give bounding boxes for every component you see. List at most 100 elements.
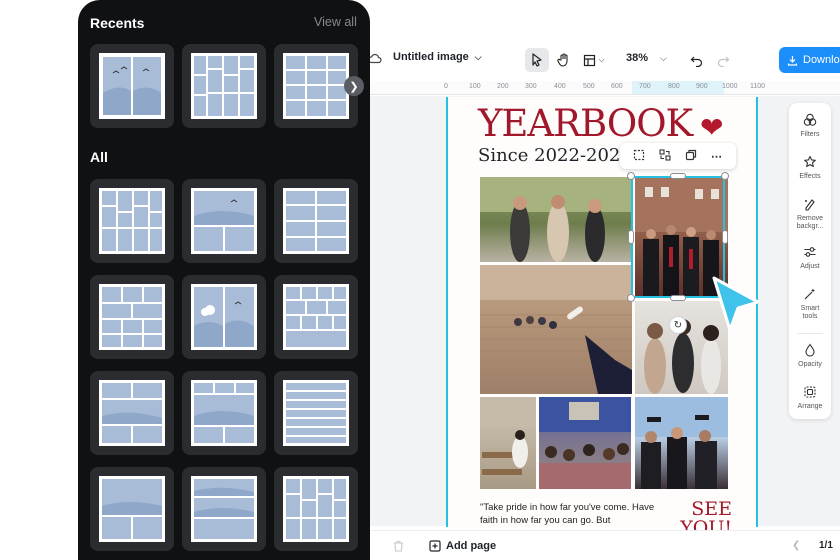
smart-tools-button[interactable]: Smart tools xyxy=(789,287,831,321)
download-label: Download xyxy=(803,54,840,66)
trash-icon[interactable] xyxy=(393,540,404,555)
ruler-tick: 900 xyxy=(696,83,708,90)
element-context-toolbar: ⋯ xyxy=(620,143,736,169)
template-thumbnail xyxy=(191,476,257,542)
panel-divider xyxy=(797,333,823,334)
select-tool-button[interactable] xyxy=(525,48,549,72)
remove-background-label: Remove backgr... xyxy=(796,215,824,230)
effects-label: Effects xyxy=(799,173,821,180)
template-tile[interactable] xyxy=(90,179,174,263)
adjust-icon xyxy=(803,245,817,261)
arrange-icon xyxy=(803,385,817,401)
photo-library[interactable] xyxy=(480,397,536,489)
ruler-tick: 400 xyxy=(554,83,566,90)
all-heading: All xyxy=(90,149,108,165)
resize-handle[interactable] xyxy=(670,173,686,179)
resize-handle[interactable] xyxy=(722,230,728,244)
download-icon xyxy=(787,55,798,66)
hand-icon xyxy=(557,53,568,67)
layout-size-button[interactable]: ⌵ xyxy=(582,48,606,72)
photo-graduates-outdoor[interactable] xyxy=(635,397,728,489)
template-tile[interactable] xyxy=(182,44,266,128)
resize-handle[interactable] xyxy=(670,295,686,301)
filters-label: Filters xyxy=(800,131,820,138)
arrange-label: Arrange xyxy=(797,403,823,410)
resize-handle[interactable] xyxy=(628,230,634,244)
template-tile[interactable] xyxy=(182,467,266,551)
template-thumbnail xyxy=(283,380,349,446)
hand-tool-button[interactable] xyxy=(552,48,576,72)
template-tile[interactable] xyxy=(274,275,358,359)
template-tile[interactable] xyxy=(274,371,358,455)
heart-icon[interactable]: ❤ xyxy=(700,111,723,144)
ruler-tick: 700 xyxy=(639,83,651,90)
bottom-bar: Add page ❮ 1/1 xyxy=(360,530,840,560)
rotate-icon[interactable]: ↻ xyxy=(669,316,687,334)
effects-button[interactable]: Effects xyxy=(789,155,831,181)
duplicate-icon[interactable] xyxy=(685,149,697,164)
undo-button[interactable] xyxy=(684,48,708,72)
filters-icon xyxy=(803,113,817,129)
template-tile[interactable] xyxy=(274,467,358,551)
template-tile[interactable] xyxy=(90,467,174,551)
resize-handle[interactable] xyxy=(627,172,635,180)
template-thumbnail xyxy=(191,188,257,254)
view-all-link[interactable]: View all xyxy=(314,15,357,29)
ruler-tick: 1100 xyxy=(750,83,766,90)
page-counter: 1/1 xyxy=(819,540,833,551)
zoom-level[interactable]: 38% xyxy=(626,52,648,64)
template-tile[interactable] xyxy=(182,275,266,359)
adjust-button[interactable]: Adjust xyxy=(789,245,831,271)
image-tools-panel: Filters Effects Remove backgr... Adjust … xyxy=(789,103,831,419)
template-thumbnail xyxy=(283,53,349,119)
next-arrow-icon[interactable]: ❯ xyxy=(344,76,364,96)
arrange-button[interactable]: Arrange xyxy=(789,385,831,411)
template-thumbnail xyxy=(283,188,349,254)
zoom-chevron-icon[interactable]: ⌵ xyxy=(660,53,667,64)
template-thumbnail xyxy=(99,188,165,254)
photo-classroom[interactable] xyxy=(539,397,631,489)
template-thumbnail xyxy=(191,53,257,119)
template-tile[interactable] xyxy=(90,275,174,359)
smart-tools-label: Smart tools xyxy=(800,305,820,320)
ruler-tick: 1000 xyxy=(722,83,738,90)
template-tile[interactable] xyxy=(274,179,358,263)
template-thumbnail xyxy=(99,476,165,542)
yearbook-title[interactable]: YEARBOOK xyxy=(478,102,693,145)
photo-students-walking[interactable] xyxy=(480,177,632,262)
add-page-button[interactable]: Add page xyxy=(429,540,496,552)
template-thumbnail xyxy=(191,284,257,350)
remove-background-icon xyxy=(803,197,817,213)
effects-icon xyxy=(803,155,817,171)
cloud-sync-icon[interactable] xyxy=(368,52,384,68)
yearbook-subtitle[interactable]: Since 2022-2025 xyxy=(478,145,632,166)
template-thumbnail xyxy=(99,284,165,350)
remove-background-button[interactable]: Remove backgr... xyxy=(789,197,831,231)
template-thumbnail xyxy=(99,53,165,119)
download-button[interactable]: Download xyxy=(779,47,840,73)
templates-panel: Recents View all ❯ All xyxy=(78,0,370,560)
previous-page-icon[interactable]: ❮ xyxy=(792,540,800,551)
filters-button[interactable]: Filters xyxy=(789,113,831,139)
add-page-label: Add page xyxy=(446,540,497,552)
top-toolbar: Untitled image ⌵ ⌵ 38% ⌵ Download xyxy=(360,40,840,80)
yearbook-quote[interactable]: "Take pride in how far you've come. Have… xyxy=(480,501,660,527)
photo-campus-stairs[interactable] xyxy=(480,265,632,394)
opacity-label: Opacity xyxy=(798,361,822,368)
crop-select-icon[interactable] xyxy=(633,149,645,164)
template-tile[interactable] xyxy=(182,179,266,263)
template-tile[interactable] xyxy=(182,371,266,455)
template-tile[interactable] xyxy=(90,371,174,455)
more-options-icon[interactable]: ⋯ xyxy=(711,150,723,163)
document-title[interactable]: Untitled image ⌵ xyxy=(393,51,482,63)
template-thumbnail xyxy=(283,476,349,542)
template-tile[interactable] xyxy=(90,44,174,128)
replace-image-icon[interactable] xyxy=(659,148,671,164)
resize-handle[interactable] xyxy=(721,172,729,180)
opacity-button[interactable]: Opacity xyxy=(789,343,831,369)
pointer-icon xyxy=(532,53,542,67)
ruler-tick: 200 xyxy=(497,83,509,90)
redo-button[interactable] xyxy=(711,48,735,72)
resize-handle[interactable] xyxy=(627,294,635,302)
ruler-tick: 300 xyxy=(525,83,537,90)
